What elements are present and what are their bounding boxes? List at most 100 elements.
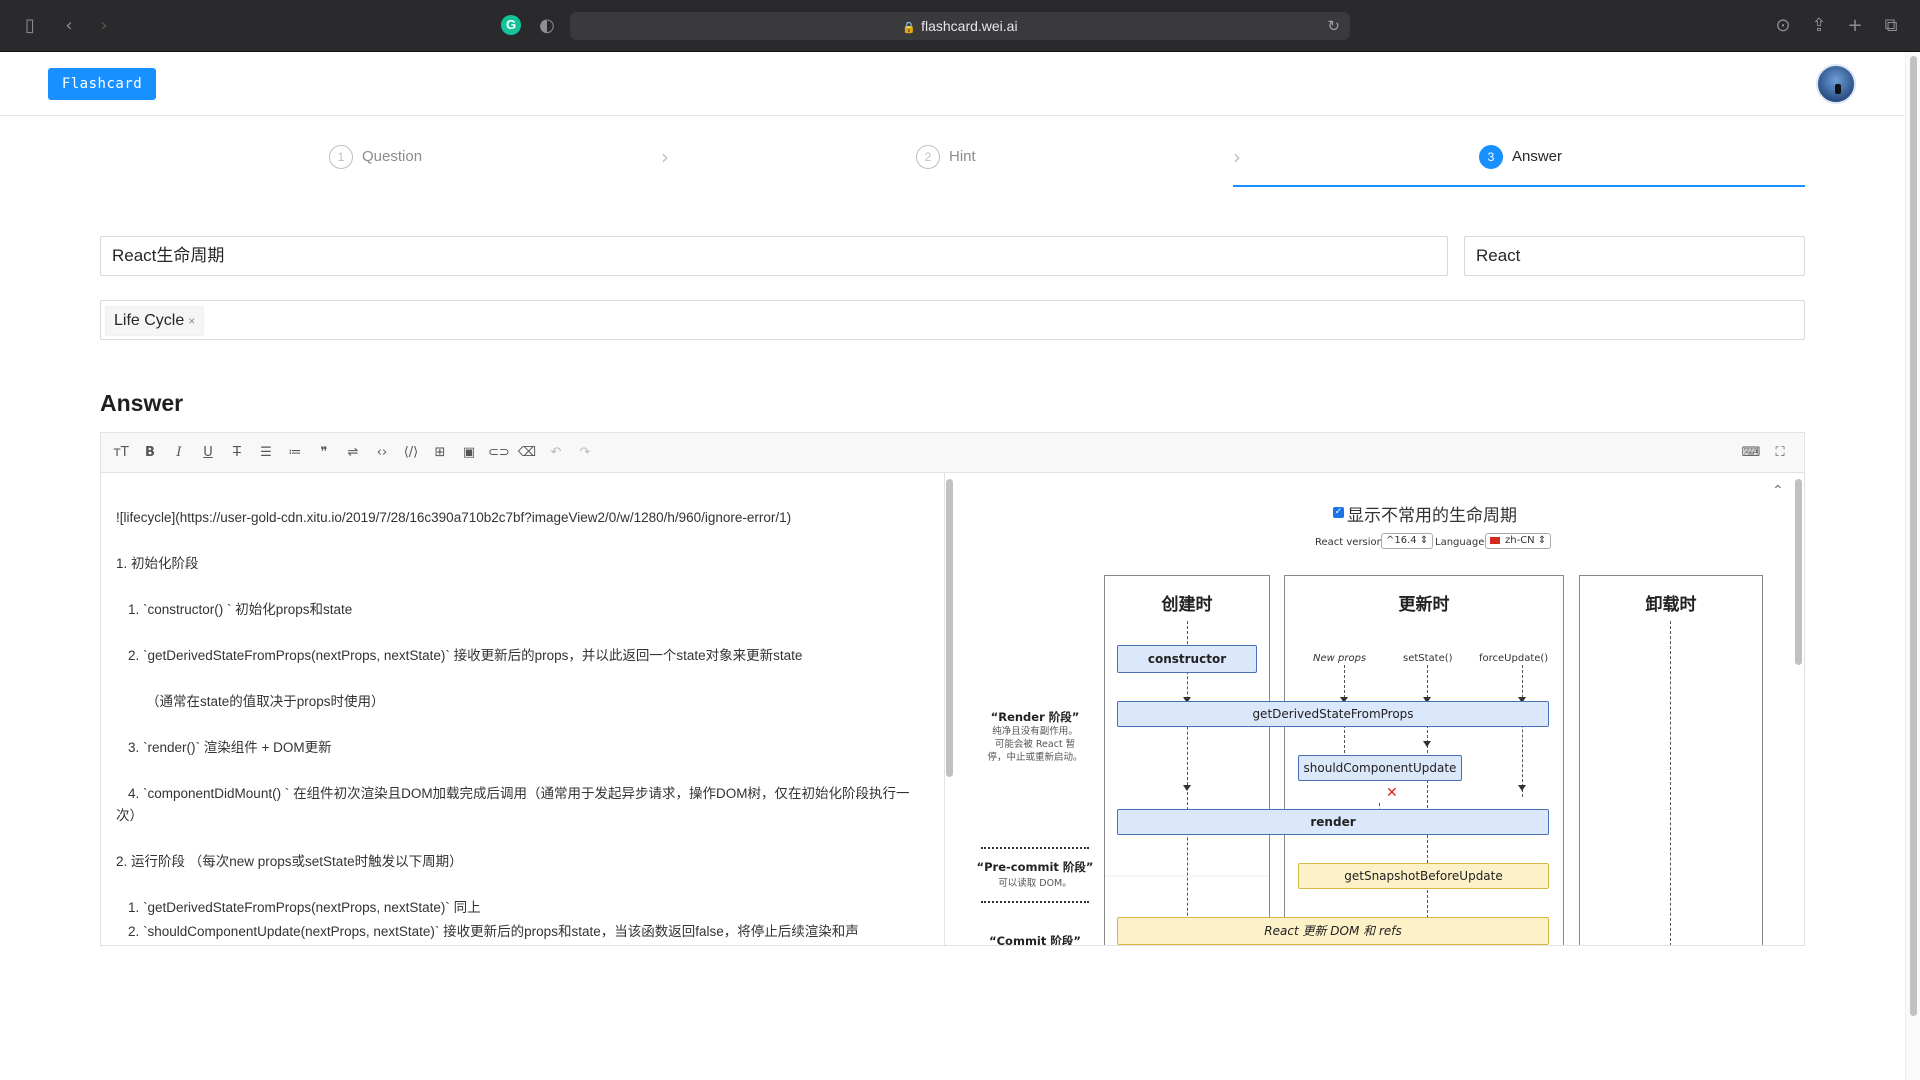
url-text: flashcard.wei.ai [921,18,1018,34]
wrap-icon[interactable]: ⇌ [343,443,363,463]
lock-icon: 🔒 [902,22,917,34]
undo-icon[interactable]: ↶ [546,443,566,463]
column-title: 更新时 [1398,595,1450,615]
browser-toolbar: ▯ ‹ › G ◐ 🔒 flashcard.wei.ai ↻ ⊙ ⇪ + ⧉ [0,0,1920,52]
step-answer[interactable]: 3 Answer [1479,145,1562,189]
should-component-update-box: shouldComponentUpdate [1298,755,1462,781]
steps: 1 Question › 2 Hint › 3 Answer [100,145,1805,189]
redo-icon[interactable]: ↷ [575,443,595,463]
flashcard-logo-button[interactable]: Flashcard [48,68,156,100]
commit-phase-title: “Commit 阶段” [989,934,1081,945]
delete-icon[interactable]: ⌫ [517,443,537,463]
step-label: Question [362,148,423,165]
arrow-icon [1183,785,1191,791]
editor-line: 1. `getDerivedStateFromProps(nextProps, … [128,900,481,915]
trigger-new-props: New props [1313,653,1367,664]
ordered-list-icon[interactable]: ≔ [285,443,305,463]
language-label: Language [1435,537,1485,548]
question-input[interactable]: React生命周期 [100,236,1448,276]
render-phase-note: 纯净且没有副作用。 可能会被 React 暂 停，中止或重新启动。 [975,725,1095,764]
react-version-value: ^16.4 [1386,535,1417,546]
lifecycle-diagram: ✓ 显示不常用的生命周期 React version ^16.4 ⇕ Langu… [955,473,1804,945]
phase-separator [981,847,1089,849]
editor-line: 3. `render()` 渲染组件 + DOM更新 [128,740,332,755]
language-select[interactable]: zh-CN ⇕ [1485,533,1552,549]
markdown-text-area[interactable]: ![lifecycle](https://user-gold-cdn.xitu.… [101,473,945,945]
image-icon[interactable]: ▣ [459,443,479,463]
link-icon[interactable]: ⊂⊃ [488,443,510,463]
heading-icon[interactable]: ᴛT [111,443,131,463]
tag-label: Life Cycle [114,312,185,329]
get-snapshot-box: getSnapshotBeforeUpdate [1298,863,1549,889]
language-value: zh-CN [1505,535,1535,546]
step-hint[interactable]: 2 Hint [916,145,976,189]
italic-icon[interactable]: I [169,443,189,463]
react-version-select[interactable]: ^16.4 ⇕ [1381,533,1434,549]
step-question[interactable]: 1 Question [329,145,422,189]
preview-scrollbar[interactable] [1792,475,1804,945]
back-icon[interactable]: ‹ [57,14,81,38]
code-icon[interactable]: ‹› [372,443,392,463]
column-unmount: 卸载时 [1579,575,1763,945]
precommit-phase-title: “Pre-commit 阶段” [976,860,1094,874]
flag-icon [1490,536,1500,544]
chevron-up-icon[interactable]: ⌃ [1772,483,1784,499]
trigger-set-state: setState() [1403,653,1453,664]
tags-input[interactable] [100,300,1805,340]
constructor-box: constructor [1117,645,1257,673]
table-icon[interactable]: ⊞ [430,443,450,463]
app-header: Flashcard [0,52,1905,116]
editor-scrollbar[interactable] [943,475,955,945]
forward-icon[interactable]: › [92,14,116,38]
fullscreen-icon[interactable]: ⛶ [1770,443,1790,463]
step-label: Answer [1512,148,1563,165]
react-version-label: React version [1315,537,1384,548]
react-update-dom-box: React 更新 DOM 和 refs [1117,917,1549,945]
phase-separator [981,901,1089,903]
checkbox[interactable]: ✓ [1333,507,1344,518]
answer-section-title: Answer [100,390,184,416]
markdown-editor: ᴛT B I U T ☰ ≔ ❞ ⇌ ‹› ⟨/⟩ ⊞ ▣ ⊂⊃ ⌫ ↶ ↷ ⌨… [100,432,1805,946]
tabs-overview-icon[interactable]: ⧉ [1879,14,1903,38]
underline-icon[interactable]: U [198,443,218,463]
chevron-right-icon: › [1233,145,1241,169]
precommit-phase-note: 可以读取 DOM。 [998,878,1072,889]
editor-line: （通常在state的值取决于props时使用） [146,694,385,709]
address-bar[interactable]: 🔒 flashcard.wei.ai ↻ [570,12,1350,40]
trigger-force-update: forceUpdate() [1479,653,1549,664]
active-step-indicator [1233,185,1805,187]
column-title: 卸载时 [1645,595,1697,615]
render-phase-note-line: 可能会被 React 暂 [994,739,1076,750]
keyboard-icon[interactable]: ⌨ [1741,443,1761,463]
editor-line: 4. `componentDidMount() ` 在组件初次渲染且DOM加载完… [116,786,910,823]
bold-icon[interactable]: B [140,443,160,463]
render-phase-title: “Render 阶段” [990,710,1080,724]
render-phase-note-line: 停，中止或重新启动。 [987,752,1083,763]
close-icon[interactable]: × [188,314,195,328]
step-number: 3 [1479,145,1503,169]
chevron-right-icon: › [661,145,669,169]
quote-icon[interactable]: ❞ [314,443,334,463]
sidebar-toggle-icon[interactable]: ▯ [18,14,42,38]
avatar[interactable] [1816,64,1856,104]
step-number: 2 [916,145,940,169]
page-scrollbar[interactable] [1905,52,1920,1080]
step-label: Hint [949,148,976,165]
new-tab-icon[interactable]: + [1843,14,1867,38]
shield-icon[interactable]: ◐ [535,14,559,38]
code-block-icon[interactable]: ⟨/⟩ [401,443,421,463]
share-icon[interactable]: ⇪ [1807,14,1831,38]
category-select[interactable]: React [1464,236,1805,276]
column-title: 创建时 [1161,595,1213,615]
flow-line [1670,621,1671,945]
reload-icon[interactable]: ↻ [1327,12,1340,40]
grammarly-extension-icon[interactable]: G [501,15,521,35]
unordered-list-icon[interactable]: ☰ [256,443,276,463]
arrow-icon [1423,741,1431,747]
strikethrough-icon[interactable]: T [227,443,247,463]
render-phase-note-line: 纯净且没有副作用。 [992,726,1078,737]
editor-line: 2. 运行阶段 （每次new props或setState时触发以下周期） [116,854,463,869]
download-icon[interactable]: ⊙ [1771,14,1795,38]
editor-line: 1. `constructor() ` 初始化props和state [128,602,353,617]
arrow-icon [1518,785,1526,791]
